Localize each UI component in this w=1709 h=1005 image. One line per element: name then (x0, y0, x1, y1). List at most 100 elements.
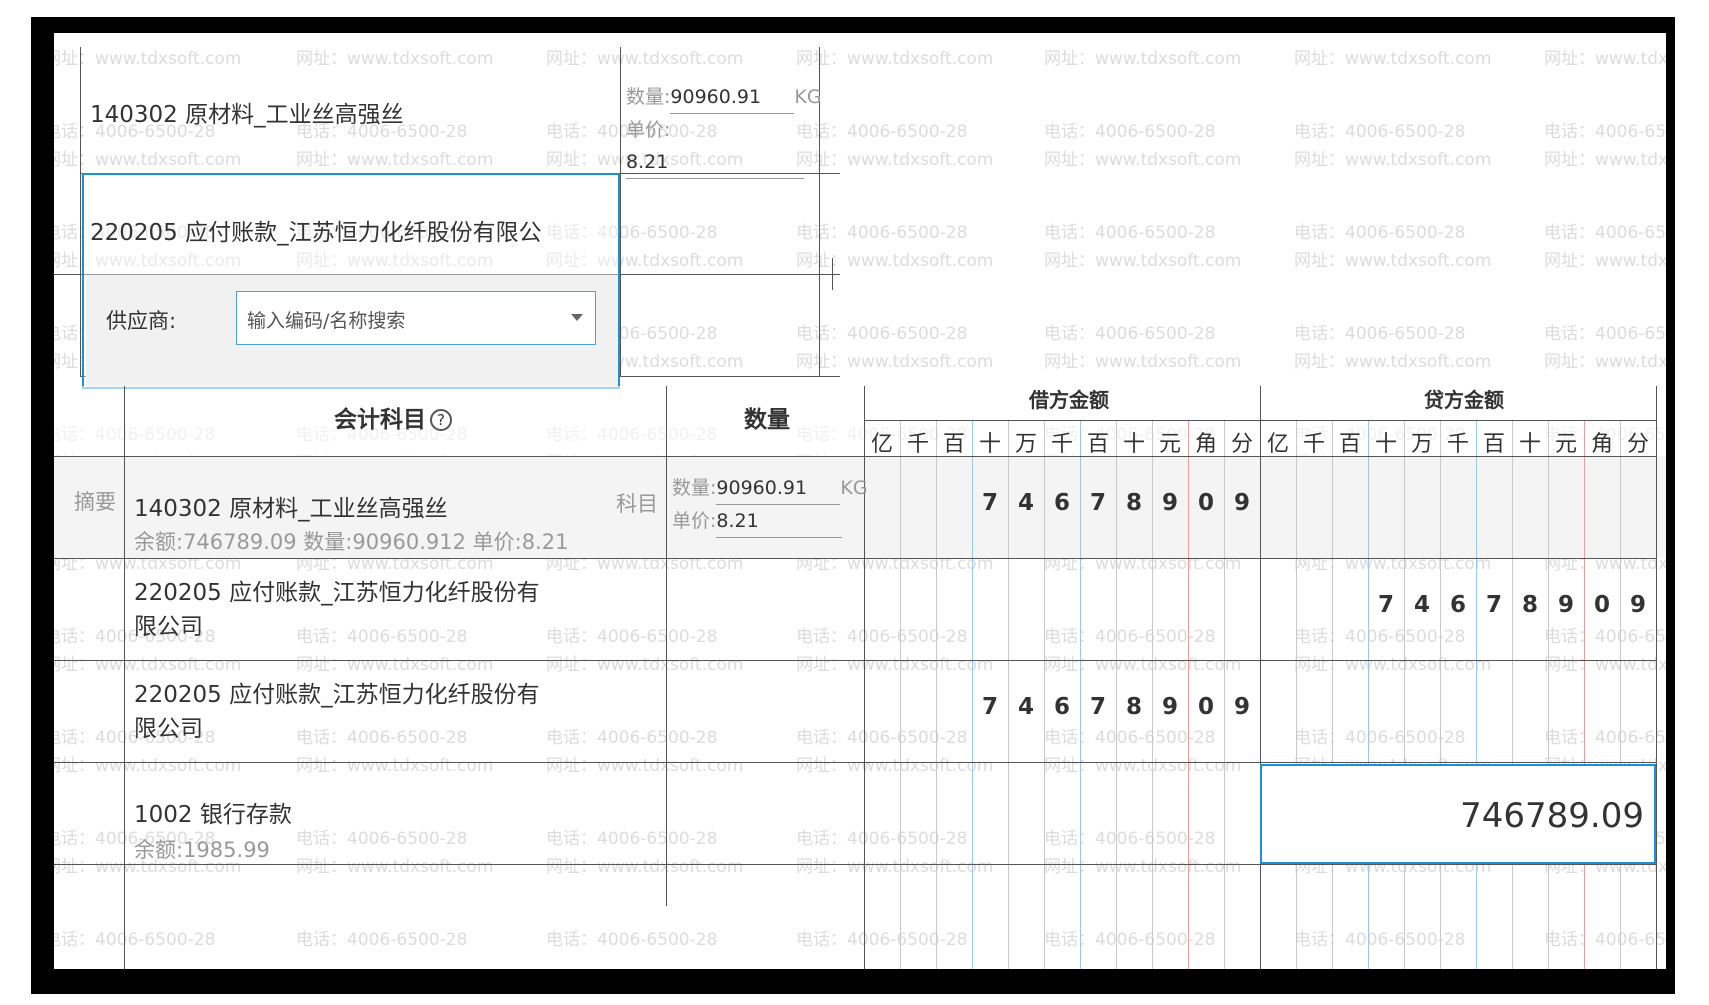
debit-digit: 9 (1161, 694, 1178, 720)
watermark-phone: 电话：4006-6500-28 (1544, 122, 1666, 142)
grid-line (832, 258, 833, 290)
watermark-phone: 电话：4006-6500-28 (1294, 223, 1466, 243)
debit-digit: 0 (1197, 694, 1214, 720)
supplier-panel: 供应商: 输入编码/名称搜索 (86, 275, 618, 387)
grid-line (620, 47, 621, 377)
credit-unit-header: 万 (1410, 432, 1433, 457)
digit-column-line (1368, 864, 1369, 969)
voucher-entry-table: 会计科目? 数量 借方金额 贷方金额 亿千百十万千百十元角分亿千百十万千百十元角… (54, 386, 1666, 969)
debit-digit: 4 (1017, 490, 1034, 516)
credit-unit-header: 百 (1338, 432, 1361, 457)
digit-column-line (1296, 420, 1297, 764)
debit-digit: 8 (1125, 490, 1142, 516)
watermark-site: 网址：www.tdxsoft.com (1544, 150, 1666, 170)
debit-unit-header: 万 (1014, 432, 1037, 457)
qty-unit: KG (840, 477, 868, 499)
credit-amount-input[interactable]: 746789.09 (1260, 764, 1656, 864)
debit-unit-header: 分 (1230, 432, 1253, 457)
debit-digit: 7 (981, 490, 998, 516)
credit-unit-header: 分 (1626, 432, 1649, 457)
credit-unit-header: 百 (1482, 432, 1505, 457)
watermark-site: 网址：www.tdxsoft.com (1544, 251, 1666, 271)
row-2-account[interactable]: 220205 应付账款_江苏恒力化纤股份有 限公司 (134, 576, 540, 644)
qty-label: 数量: (672, 477, 717, 499)
debit-digit: 7 (1089, 694, 1106, 720)
debit-digit: 6 (1053, 490, 1070, 516)
credit-unit-header: 元 (1554, 432, 1577, 457)
info-icon[interactable]: ? (430, 409, 452, 431)
credit-digit: 8 (1521, 592, 1538, 618)
qty-label: 数量: (626, 86, 671, 108)
digit-column-line (1296, 864, 1297, 969)
row-1-balance: 余额:746789.09 数量:90960.912 单价:8.21 (134, 530, 569, 554)
debit-digit: 6 (1053, 694, 1070, 720)
price-value[interactable]: 8.21 (626, 146, 804, 179)
popup-selected-account[interactable]: 220205 应付账款_江苏恒力化纤股份有限公 供应商: 输入编码/名称搜索 (82, 173, 620, 389)
watermark-phone: 电话：4006-6500-28 (1544, 223, 1666, 243)
qty-unit: KG (794, 86, 822, 108)
row-4-account[interactable]: 1002 银行存款 (134, 798, 292, 832)
debit-unit-header: 千 (1050, 432, 1073, 457)
account-label: 科目 (616, 492, 658, 516)
voucher-canvas: 网址：www.tdxsoft.com 电话：4006-6500-28 网址：www.… (54, 33, 1666, 969)
row-4-balance: 余额:1985.99 (134, 838, 270, 862)
digit-column-line (1476, 864, 1477, 969)
grid-line (54, 456, 1656, 457)
row-1-account[interactable]: 140302 原材料_工业丝高强丝 (134, 492, 448, 526)
debit-digit: 0 (1197, 490, 1214, 516)
price-label: 单价: (672, 510, 717, 532)
chevron-down-icon[interactable] (571, 314, 583, 321)
credit-unit-header: 角 (1590, 432, 1613, 457)
watermark-site: 网址：www.tdxsoft.com (1544, 49, 1666, 69)
header-debit: 借方金额 (1029, 388, 1109, 412)
account-dropdown-popup: 140302 原材料_工业丝高强丝 数量:90960.91 KG 单价:8.21 … (54, 33, 840, 389)
grid-line (54, 558, 1656, 559)
price-label: 单价: (626, 119, 671, 141)
credit-unit-header: 千 (1446, 432, 1469, 457)
digit-column-line (900, 420, 901, 969)
debit-unit-header: 千 (906, 432, 929, 457)
popup-account-option-1[interactable]: 140302 原材料_工业丝高强丝 (90, 95, 615, 129)
debit-digit: 9 (1233, 694, 1250, 720)
debit-unit-header: 百 (942, 432, 965, 457)
watermark-phone: 电话：4006-6500-28 (1294, 324, 1466, 344)
watermark-site: 网址：www.tdxsoft.com (1294, 150, 1492, 170)
grid-line (124, 386, 125, 969)
debit-unit-header: 角 (1194, 432, 1217, 457)
account-line: 限公司 (134, 716, 203, 742)
grid-line (80, 47, 81, 377)
digit-column-line (936, 420, 937, 969)
watermark-phone: 电话：4006-6500-28 (1044, 223, 1216, 243)
supplier-select[interactable]: 输入编码/名称搜索 (236, 291, 596, 345)
watermark-phone: 电话：4006-6500-28 (1044, 122, 1216, 142)
popup-account-option-2[interactable]: 220205 应付账款_江苏恒力化纤股份有限公 (90, 213, 614, 247)
grid-line (1656, 386, 1657, 969)
debit-unit-header: 十 (978, 432, 1001, 457)
header-account: 会计科目? (334, 400, 452, 434)
qty-value[interactable]: 90960.91 (670, 81, 795, 114)
qty-value[interactable]: 90960.91 (716, 472, 841, 505)
grid-line (1260, 386, 1261, 969)
credit-unit-header: 十 (1518, 432, 1541, 457)
price-value[interactable]: 8.21 (716, 505, 843, 538)
watermark-site: 网址：www.tdxsoft.com (1044, 49, 1242, 69)
summary-label: 摘要 (74, 490, 116, 514)
debit-digit: 9 (1233, 490, 1250, 516)
credit-digit: 9 (1557, 592, 1574, 618)
digit-column-line (1440, 864, 1441, 969)
digit-column-line (1512, 864, 1513, 969)
debit-digit: 8 (1125, 694, 1142, 720)
popup-quantity-block: 数量:90960.91 KG 单价: 8.21 (626, 81, 834, 179)
debit-digit: 7 (1089, 490, 1106, 516)
digit-column-line (1584, 864, 1585, 969)
supplier-select-placeholder: 输入编码/名称搜索 (247, 310, 406, 332)
digit-column-line (1332, 864, 1333, 969)
credit-unit-header: 亿 (1266, 432, 1289, 457)
watermark-site: 网址：www.tdxsoft.com (1544, 352, 1666, 372)
row-3-account[interactable]: 220205 应付账款_江苏恒力化纤股份有 限公司 (134, 678, 540, 746)
credit-digit: 0 (1593, 592, 1610, 618)
credit-digit: 7 (1377, 592, 1394, 618)
digit-column-line (1548, 864, 1549, 969)
debit-unit-header: 十 (1122, 432, 1145, 457)
watermark-site: 网址：www.tdxsoft.com (1044, 251, 1242, 271)
